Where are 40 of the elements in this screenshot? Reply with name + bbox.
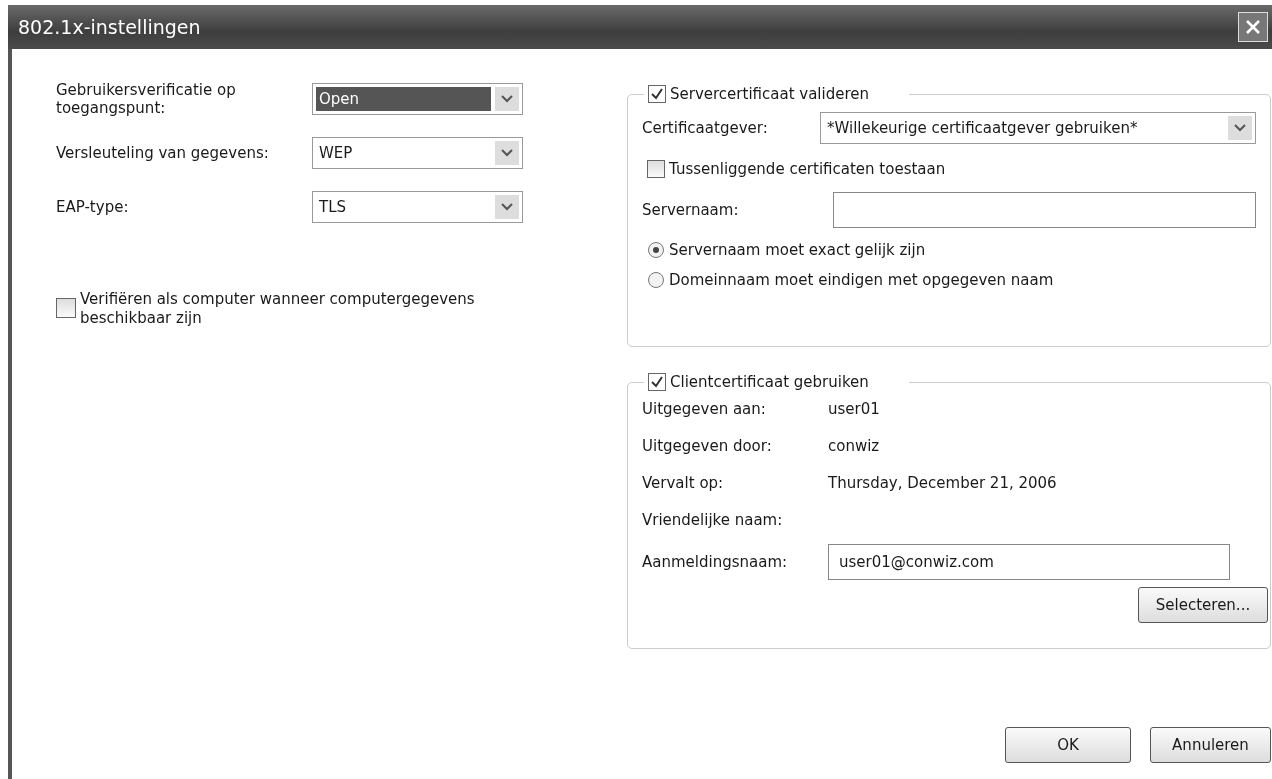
checkbox[interactable] — [56, 298, 76, 318]
radio-label: Servernaam moet exact gelijk zijn — [669, 241, 926, 259]
checkbox-label: Clientcertificaat gebruiken — [670, 373, 869, 391]
checkbox-label: Verifiëren als computer wanneer computergegevens beschikbaar zijn — [80, 290, 476, 328]
dropdown-value: *Willekeurige certificaatgever gebruiken* — [826, 118, 1139, 139]
radio-button[interactable] — [648, 272, 664, 288]
field-label: EAP-type: — [56, 198, 130, 216]
dropdown-value: Open — [316, 87, 491, 111]
dropdown[interactable]: Open — [312, 83, 523, 115]
dropdown-value: WEP — [318, 143, 354, 164]
info-value: Thursday, December 21, 2006 — [828, 474, 1057, 492]
info-label: Uitgegeven door: — [642, 437, 773, 455]
info-label: Uitgegeven aan: — [642, 400, 767, 418]
radio-button[interactable] — [648, 242, 664, 258]
checkbox[interactable] — [648, 85, 666, 103]
login-name-field[interactable]: user01@conwiz.com — [828, 544, 1230, 580]
select-button[interactable]: Selecteren... — [1138, 587, 1268, 623]
checkbox-label: Servercertificaat valideren — [670, 85, 869, 103]
ok-button[interactable]: OK — [1005, 727, 1131, 763]
checkbox-label: Tussenliggende certificaten toestaan — [669, 160, 946, 178]
cancel-button[interactable]: Annuleren — [1150, 727, 1271, 763]
checkbox[interactable] — [648, 373, 666, 391]
close-button[interactable] — [1238, 12, 1268, 42]
info-value: conwiz — [828, 437, 880, 455]
field-label: Servernaam: — [642, 201, 740, 219]
window-title: 802.1x-instellingen — [18, 16, 201, 38]
field-label: Gebruikersverificatie op toegangspunt: — [56, 81, 237, 117]
radio-label: Domeinnaam moet eindigen met opgegeven naam — [669, 271, 1054, 289]
checkbox[interactable] — [647, 160, 665, 178]
field-label: Certificaatgever: — [642, 119, 769, 137]
server-name-field[interactable] — [833, 192, 1256, 228]
info-label: Vervalt op: — [642, 474, 725, 492]
dropdown-value: TLS — [318, 197, 348, 218]
field-label: Aanmeldingsnaam: — [642, 553, 789, 571]
dropdown[interactable]: *Willekeurige certificaatgever gebruiken* — [820, 112, 1256, 144]
dropdown[interactable]: TLS — [312, 191, 523, 223]
field-label: Versleuteling van gegevens: — [56, 144, 270, 162]
dropdown[interactable]: WEP — [312, 137, 523, 169]
info-label: Vriendelijke naam: — [642, 511, 784, 529]
info-value: user01 — [828, 400, 880, 418]
